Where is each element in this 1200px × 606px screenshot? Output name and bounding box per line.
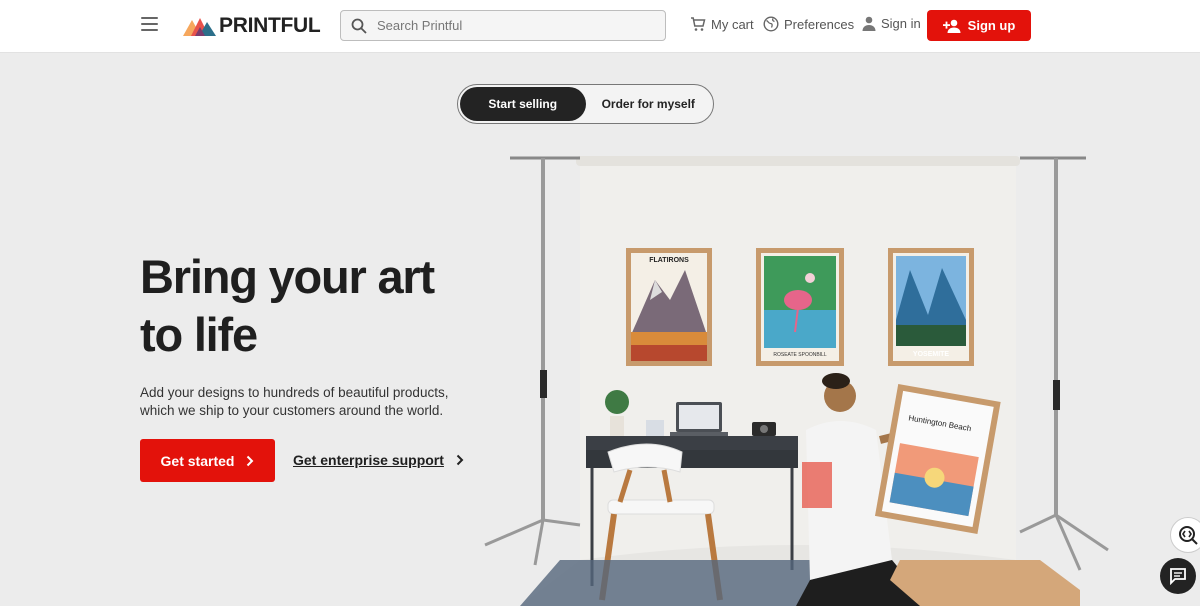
user-icon: [862, 16, 876, 31]
signup-button[interactable]: Sign up: [927, 10, 1031, 41]
preferences-label: Preferences: [784, 16, 855, 32]
cart-label: My cart: [711, 16, 754, 32]
poster-yosemite: YOSEMITE: [888, 248, 974, 366]
preferences-link[interactable]: Preferences: [763, 16, 854, 32]
menu-icon[interactable]: [141, 17, 158, 33]
globe-icon: [763, 16, 779, 32]
hero-photo-scene: FLATIRONS ROSEATE SPOONBILL YOSEMITE Hun…: [484, 156, 1109, 606]
toggle-order-for-myself[interactable]: Order for myself: [586, 87, 712, 121]
signin-label: Sign in: [881, 16, 921, 31]
headline-line-1: Bring your art: [140, 250, 435, 303]
cart-icon: [691, 17, 706, 31]
headline-line-2: to life: [140, 308, 258, 361]
get-started-button[interactable]: Get started: [140, 439, 275, 482]
search-input[interactable]: [377, 18, 657, 33]
logo-mark-icon: [183, 18, 216, 36]
add-user-icon: [942, 19, 961, 33]
enterprise-support-link[interactable]: Get enterprise support: [293, 452, 464, 468]
chat-icon: [1170, 568, 1186, 585]
printful-logo[interactable]: PRINTFUL: [183, 14, 321, 38]
hero-headline: Bring your art to life: [140, 248, 470, 364]
poster-spoonbill: ROSEATE SPOONBILL: [756, 248, 844, 366]
chat-button[interactable]: [1160, 558, 1196, 594]
rug: [520, 560, 840, 606]
accessibility-icon: [1179, 526, 1198, 545]
audience-toggle: Start selling Order for myself: [457, 84, 714, 124]
chevron-right-icon: [247, 455, 254, 466]
poster-spoonbill-title: ROSEATE SPOONBILL: [773, 352, 826, 358]
search-icon: [351, 18, 367, 34]
poster-flatirons-title: FLATIRONS: [649, 257, 689, 264]
accessibility-button[interactable]: [1170, 517, 1200, 553]
logo-text: PRINTFUL: [219, 14, 321, 37]
poster-yosemite-title: YOSEMITE: [913, 351, 950, 358]
hero-subtext: Add your designs to hundreds of beautifu…: [140, 385, 449, 418]
cart-link[interactable]: My cart: [690, 16, 754, 32]
poster-flatirons: FLATIRONS: [626, 248, 712, 366]
signin-link[interactable]: Sign in: [862, 16, 921, 31]
shipping-box: [890, 560, 1080, 606]
signup-label: Sign up: [967, 18, 1016, 33]
light-stand-right: [1019, 156, 1109, 571]
search-bar[interactable]: [340, 10, 666, 41]
chevron-right-icon: [456, 454, 464, 466]
enterprise-support-label: Get enterprise support: [293, 452, 444, 468]
backdrop-paper: [580, 160, 1016, 606]
light-stand-left: [484, 156, 581, 566]
toggle-start-selling[interactable]: Start selling: [460, 87, 586, 121]
top-navbar: PRINTFUL My cart Preferences Sign in: [0, 0, 1200, 53]
get-started-label: Get started: [160, 452, 235, 469]
